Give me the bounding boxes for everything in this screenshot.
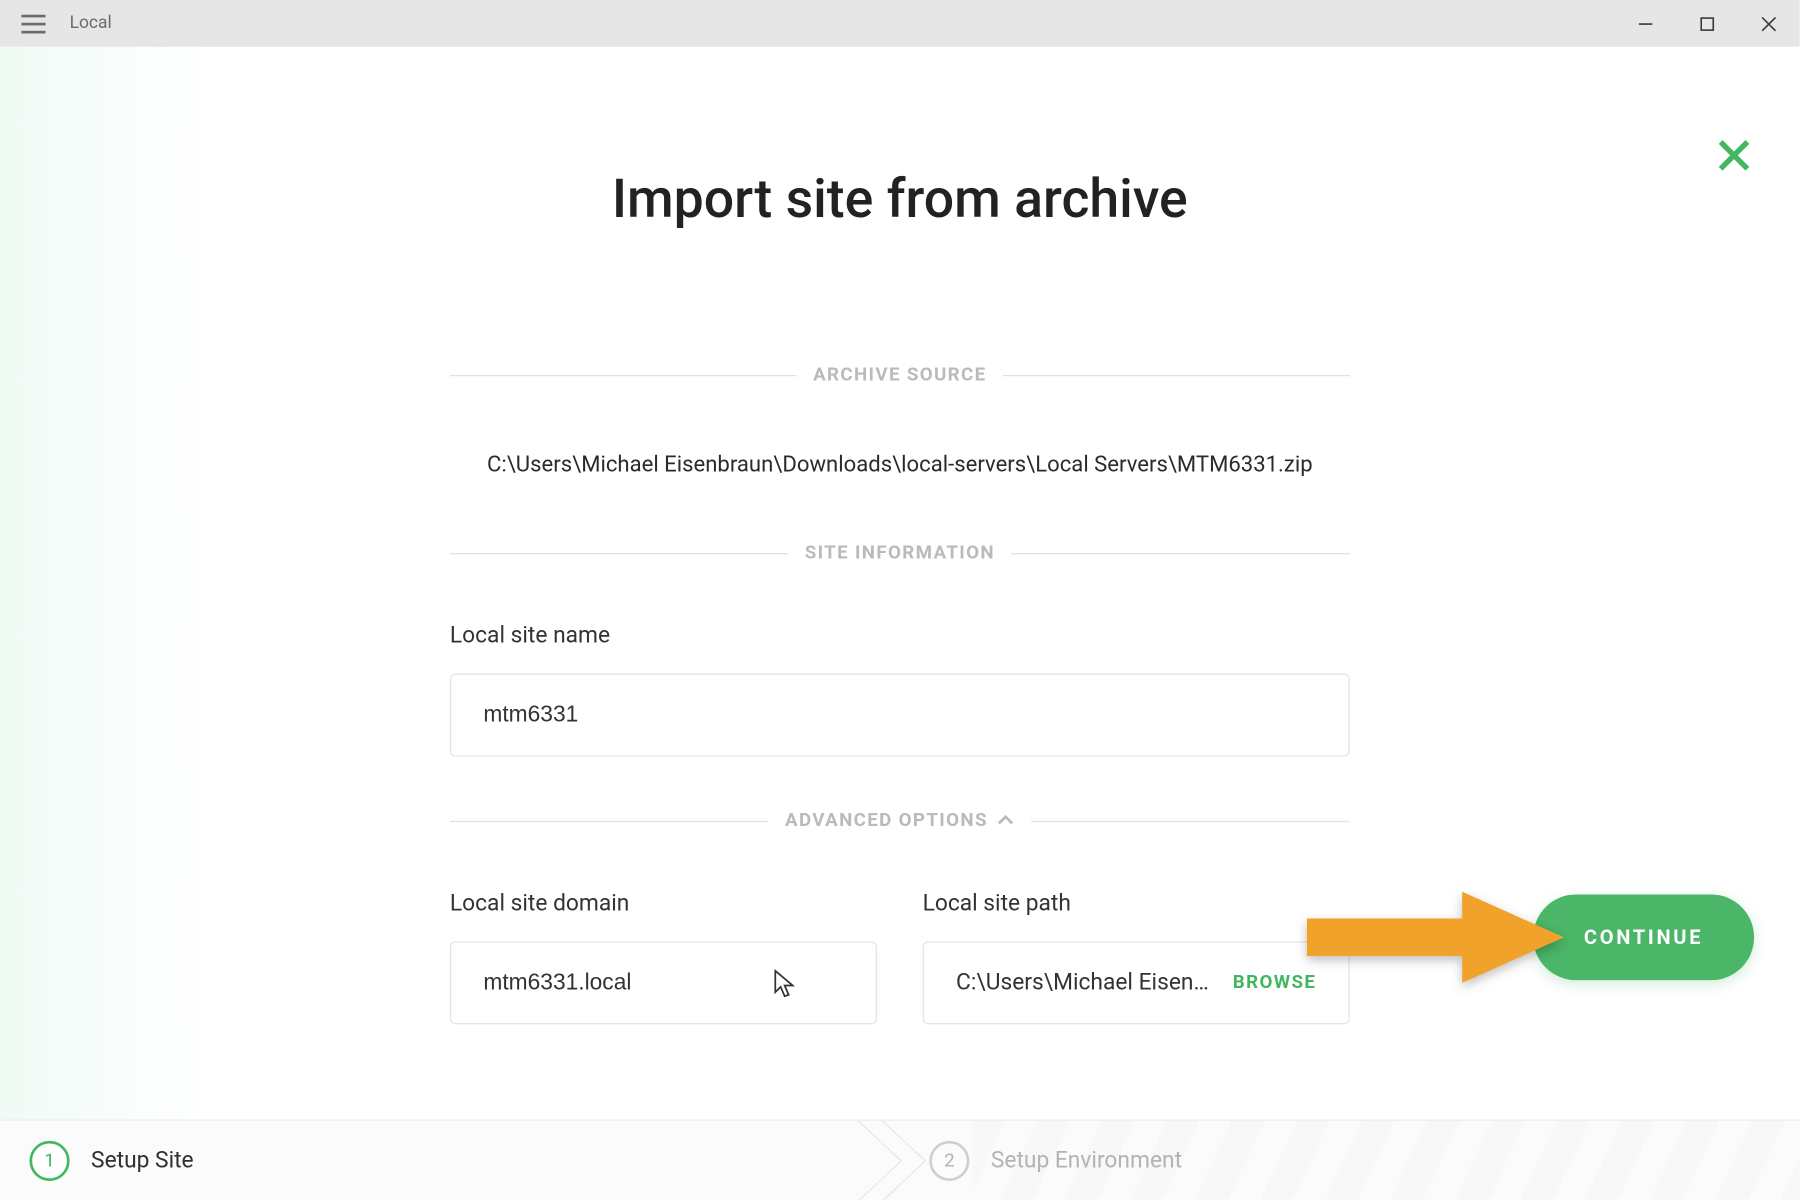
site-path-box: C:\Users\Michael Eisen… BROWSE <box>923 941 1350 1024</box>
step-bar: 1 Setup Site 2 Setup Environment <box>0 1119 1800 1199</box>
window-minimize-button[interactable] <box>1615 0 1677 47</box>
site-name-input[interactable] <box>450 674 1350 757</box>
browse-button[interactable]: BROWSE <box>1233 972 1316 993</box>
step-label: Setup Environment <box>991 1147 1182 1174</box>
site-name-label: Local site name <box>450 623 1350 650</box>
section-label: SITE INFORMATION <box>789 542 1011 563</box>
titlebar: Local <box>0 0 1800 47</box>
step-setup-site: 1 Setup Site <box>0 1121 900 1200</box>
app-title: Local <box>70 13 112 33</box>
window-controls <box>1615 0 1800 47</box>
site-path-text: C:\Users\Michael Eisen… <box>956 969 1209 996</box>
site-domain-input-field[interactable] <box>483 969 843 996</box>
window-close-button[interactable] <box>1738 0 1800 47</box>
section-site-information: SITE INFORMATION <box>450 542 1350 563</box>
main-content: Import site from archive ARCHIVE SOURCE … <box>0 47 1800 1120</box>
continue-button[interactable]: CONTINUE <box>1533 894 1754 980</box>
site-domain-input[interactable] <box>450 941 877 1024</box>
site-domain-label: Local site domain <box>450 890 877 917</box>
step-label: Setup Site <box>91 1147 194 1174</box>
chevron-up-icon <box>996 810 1015 831</box>
section-archive-source: ARCHIVE SOURCE <box>450 364 1350 385</box>
page-title: Import site from archive <box>0 47 1800 230</box>
section-advanced-options[interactable]: ADVANCED OPTIONS <box>450 810 1350 831</box>
hamburger-menu-icon[interactable] <box>21 14 45 33</box>
section-label: ADVANCED OPTIONS <box>785 810 988 831</box>
close-dialog-button[interactable] <box>1717 138 1752 178</box>
archive-path-text: C:\Users\Michael Eisenbraun\Downloads\lo… <box>450 453 1350 478</box>
step-divider <box>853 1121 947 1200</box>
section-label: ARCHIVE SOURCE <box>797 364 1003 385</box>
window-maximize-button[interactable] <box>1676 0 1738 47</box>
step-setup-environment: 2 Setup Environment <box>900 1121 1800 1200</box>
step-number: 1 <box>29 1140 69 1180</box>
site-path-label: Local site path <box>923 890 1350 917</box>
site-name-input-field[interactable] <box>483 702 1316 729</box>
